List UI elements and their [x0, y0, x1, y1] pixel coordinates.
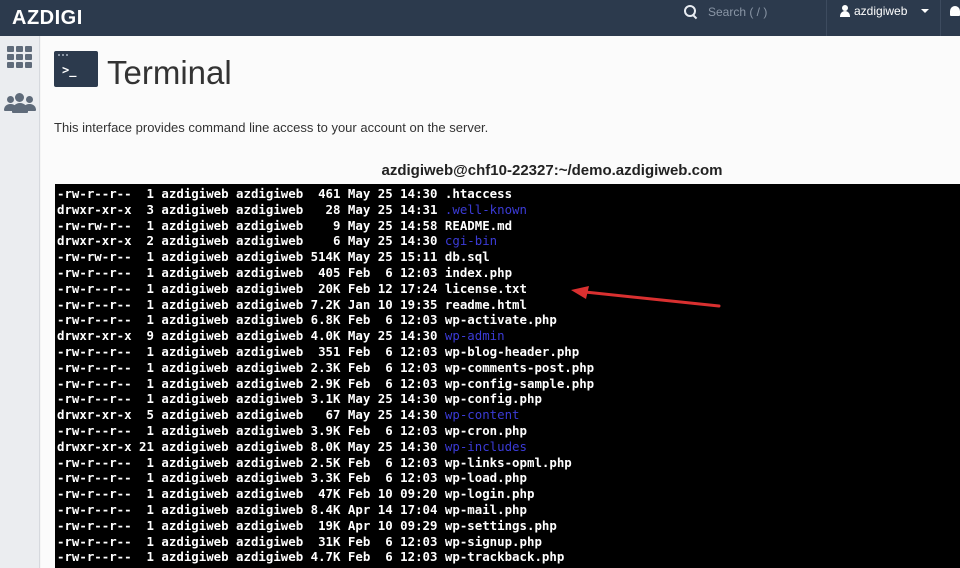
file-name: license.txt [444, 280, 527, 296]
file-attributes: -rw-r--r-- 1 azdigiweb azdigiweb 6.8K Fe… [57, 312, 445, 328]
file-name: wp-settings.php [444, 517, 557, 533]
top-navbar: AZDIGI Search ( / ) azdigiweb [0, 0, 960, 36]
terminal-line: -rw-r--r-- 1 azdigiweb azdigiweb 47K Feb… [55, 486, 960, 502]
terminal-line: -rw-r--r-- 1 azdigiweb azdigiweb 8.4K Ap… [55, 502, 960, 518]
terminal-line: drwxr-xr-x 2 azdigiweb azdigiweb 6 May 2… [55, 233, 960, 249]
navbar-divider [826, 0, 827, 36]
main-content: >_ Terminal This interface provides comm… [41, 36, 960, 568]
terminal-line: -rw-r--r-- 1 azdigiweb azdigiweb 3.1K Ma… [55, 391, 960, 407]
file-attributes: -rw-rw-r-- 1 azdigiweb azdigiweb 9 May 2… [57, 217, 445, 233]
bell-icon[interactable] [950, 6, 960, 16]
file-attributes: -rw-r--r-- 1 azdigiweb azdigiweb 4.7K Fe… [57, 549, 445, 565]
file-attributes: drwxr-xr-x 3 azdigiweb azdigiweb 28 May … [57, 201, 445, 217]
file-attributes: -rw-r--r-- 1 azdigiweb azdigiweb 3.9K Fe… [57, 422, 445, 438]
user-icon [840, 5, 850, 17]
search-icon[interactable] [684, 5, 698, 19]
terminal-line: drwxr-xr-x 5 azdigiweb azdigiweb 67 May … [55, 407, 960, 423]
file-name: wp-signup.php [444, 533, 542, 549]
file-attributes: -rw-r--r-- 1 azdigiweb azdigiweb 3.1K Ma… [57, 391, 445, 407]
file-attributes: -rw-r--r-- 1 azdigiweb azdigiweb 405 Feb… [57, 264, 445, 280]
file-attributes: -rw-r--r-- 1 azdigiweb azdigiweb 2.3K Fe… [57, 359, 445, 375]
file-name: index.php [444, 264, 513, 280]
file-attributes: -rw-r--r-- 1 azdigiweb azdigiweb 31K Feb… [57, 533, 445, 549]
directory-name: wp-admin [444, 328, 505, 344]
terminal-window[interactable]: -rw-r--r-- 1 azdigiweb azdigiweb 461 May… [55, 184, 960, 568]
file-attributes: -rw-r--r-- 1 azdigiweb azdigiweb 8.4K Ap… [57, 501, 445, 517]
file-attributes: drwxr-xr-x 21 azdigiweb azdigiweb 8.0K M… [57, 438, 445, 454]
file-attributes: -rw-r--r-- 1 azdigiweb azdigiweb 3.3K Fe… [57, 470, 445, 486]
directory-name: .well-known [444, 201, 527, 217]
file-name: wp-links-opml.php [444, 454, 572, 470]
file-attributes: -rw-r--r-- 1 azdigiweb azdigiweb 19K Apr… [57, 517, 445, 533]
directory-name: wp-content [444, 407, 520, 423]
file-attributes: -rw-r--r-- 1 azdigiweb azdigiweb 7.2K Ja… [57, 296, 445, 312]
file-name: wp-trackback.php [444, 549, 565, 565]
file-name: wp-login.php [444, 486, 535, 502]
file-name: wp-config-sample.php [444, 375, 595, 391]
sidebar [0, 36, 40, 568]
directory-name: wp-includes [444, 438, 527, 454]
page-description: This interface provides command line acc… [54, 120, 489, 135]
page-title: Terminal [107, 54, 232, 91]
file-attributes: drwxr-xr-x 5 azdigiweb azdigiweb 67 May … [57, 407, 445, 423]
terminal-line: drwxr-xr-x 9 azdigiweb azdigiweb 4.0K Ma… [55, 328, 960, 344]
terminal-line: -rw-r--r-- 1 azdigiweb azdigiweb 351 Feb… [55, 344, 960, 360]
file-name: .htaccess [444, 186, 513, 201]
terminal-line: -rw-r--r-- 1 azdigiweb azdigiweb 4.7K Fe… [55, 549, 960, 565]
terminal-line: -rw-r--r-- 1 azdigiweb azdigiweb 6.8K Fe… [55, 312, 960, 328]
file-attributes: -rw-r--r-- 1 azdigiweb azdigiweb 20K Feb… [57, 280, 445, 296]
terminal-icon: >_ [54, 51, 98, 87]
terminal-line: -rw-r--r-- 1 azdigiweb azdigiweb 31K Feb… [55, 534, 960, 550]
file-name: db.sql [444, 249, 490, 265]
search-box[interactable]: Search ( / ) [684, 4, 767, 20]
navbar-divider [940, 0, 941, 36]
terminal-line: -rw-r--r-- 1 azdigiweb azdigiweb 3.3K Fe… [55, 470, 960, 486]
file-attributes: -rw-r--r-- 1 azdigiweb azdigiweb 2.9K Fe… [57, 375, 445, 391]
file-attributes: -rw-r--r-- 1 azdigiweb azdigiweb 47K Feb… [57, 486, 445, 502]
file-attributes: -rw-rw-r-- 1 azdigiweb azdigiweb 514K Ma… [57, 249, 445, 265]
brand-logo[interactable]: AZDIGI [0, 7, 83, 30]
file-name: wp-load.php [444, 470, 527, 486]
terminal-line: -rw-r--r-- 1 azdigiweb azdigiweb 19K Apr… [55, 518, 960, 534]
grid-icon[interactable] [7, 46, 33, 68]
file-attributes: -rw-r--r-- 1 azdigiweb azdigiweb 461 May… [57, 186, 445, 201]
file-attributes: -rw-r--r-- 1 azdigiweb azdigiweb 351 Feb… [57, 343, 445, 359]
terminal-line: -rw-r--r-- 1 azdigiweb azdigiweb 20K Feb… [55, 281, 960, 297]
file-name: wp-activate.php [444, 312, 557, 328]
terminal-line: -rw-r--r-- 1 azdigiweb azdigiweb 2.9K Fe… [55, 376, 960, 392]
file-attributes: -rw-r--r-- 1 azdigiweb azdigiweb 2.5K Fe… [57, 454, 445, 470]
terminal-line: drwxr-xr-x 3 azdigiweb azdigiweb 28 May … [55, 202, 960, 218]
file-name: wp-mail.php [444, 501, 527, 517]
terminal-line: -rw-r--r-- 1 azdigiweb azdigiweb 2.3K Fe… [55, 360, 960, 376]
search-input[interactable]: Search ( / ) [708, 5, 767, 19]
terminal-line: -rw-rw-r-- 1 azdigiweb azdigiweb 514K Ma… [55, 249, 960, 265]
terminal-line: -rw-rw-r-- 1 azdigiweb azdigiweb 9 May 2… [55, 218, 960, 234]
directory-name: cgi-bin [444, 233, 498, 249]
users-icon[interactable] [4, 92, 36, 114]
terminal-line: -rw-r--r-- 1 azdigiweb azdigiweb 405 Feb… [55, 265, 960, 281]
terminal-line: -rw-r--r-- 1 azdigiweb azdigiweb 7.2K Ja… [55, 297, 960, 313]
terminal-host-title: azdigiweb@chf10-22327:~/demo.azdigiweb.c… [381, 162, 723, 179]
file-name: wp-config.php [444, 391, 542, 407]
file-name: wp-blog-header.php [444, 343, 580, 359]
file-name: README.md [444, 217, 513, 233]
file-attributes: drwxr-xr-x 2 azdigiweb azdigiweb 6 May 2… [57, 233, 445, 249]
terminal-line: -rw-r--r-- 1 azdigiweb azdigiweb 3.9K Fe… [55, 423, 960, 439]
terminal-line: drwxr-xr-x 21 azdigiweb azdigiweb 8.0K M… [55, 439, 960, 455]
file-name: readme.html [444, 296, 527, 312]
terminal-line: -rw-r--r-- 1 azdigiweb azdigiweb 461 May… [55, 186, 960, 202]
file-name: wp-comments-post.php [444, 359, 595, 375]
username-label[interactable]: azdigiweb [854, 4, 907, 18]
user-menu[interactable]: azdigiweb [840, 4, 930, 18]
arrow-annotation-icon [571, 286, 721, 308]
file-attributes: drwxr-xr-x 9 azdigiweb azdigiweb 4.0K Ma… [57, 328, 445, 344]
file-name: wp-cron.php [444, 422, 527, 438]
terminal-line: -rw-r--r-- 1 azdigiweb azdigiweb 2.5K Fe… [55, 455, 960, 471]
caret-down-icon[interactable] [921, 9, 930, 13]
